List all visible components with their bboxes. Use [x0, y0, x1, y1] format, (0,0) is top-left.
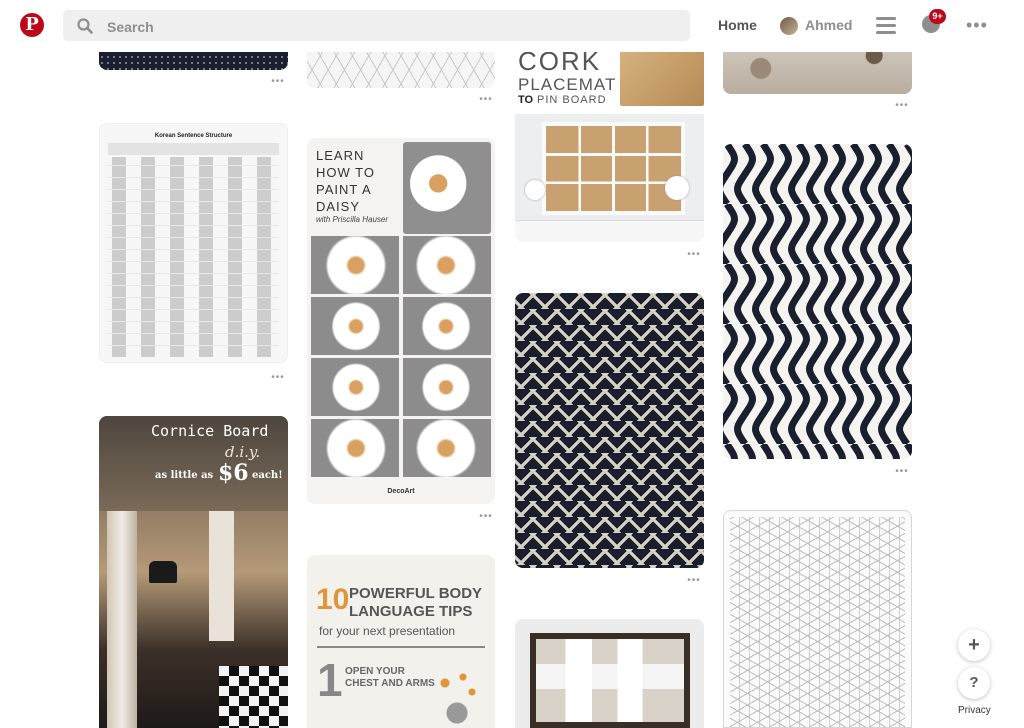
pin-body-line3: for your next presentation	[319, 624, 456, 638]
privacy-link[interactable]: Privacy	[958, 705, 991, 716]
pin-cornice-board[interactable]: Cornice Board d.i.y. as little as $6 eac…	[99, 416, 288, 728]
search-input[interactable]	[105, 15, 669, 38]
notification-badge: 9+	[929, 9, 946, 24]
pin-cork-line3a: TO	[518, 94, 534, 106]
window-blind	[209, 511, 234, 641]
pin-body-tip-num: 1	[317, 654, 343, 706]
pin-chevron-pattern[interactable]	[515, 293, 704, 568]
cork-sheets	[620, 50, 704, 106]
more-options-icon[interactable]: •••	[966, 16, 988, 34]
pin-body-tip-line1: OPEN YOUR	[345, 666, 405, 677]
divider	[317, 646, 485, 648]
cork-board-frame	[542, 122, 685, 215]
pin-cornice-line3c: each!	[252, 470, 283, 481]
search-bar[interactable]	[63, 10, 690, 41]
pin-cork-line3b: PIN BOARD	[537, 94, 607, 106]
pin-korean-title: Korean Sentence Structure	[154, 133, 233, 139]
pin-body-line2: LANGUAGE TIPS	[349, 603, 473, 620]
wavy-stripes-pattern	[723, 144, 912, 459]
lamp-right	[665, 176, 689, 200]
pin-more-icon[interactable]: •••	[686, 576, 702, 586]
pin-daisy-line2: HOW TO	[316, 165, 375, 180]
pin-more-icon[interactable]: •••	[478, 512, 494, 522]
pin-more-icon[interactable]: •••	[686, 250, 702, 260]
pin-cornice-line1: Cornice Board	[151, 422, 269, 440]
pin-cornice-line2: d.i.y.	[225, 443, 261, 461]
pin-daisy-brand: DecoArt	[387, 488, 415, 495]
top-nav-bar: P Home Ahmed 9+ •••	[0, 0, 1024, 52]
add-pin-button[interactable]: +	[958, 629, 990, 661]
daisy-step-grid	[311, 236, 491, 480]
pin-cornice-line3a: as little as	[155, 470, 214, 481]
pin-more-icon[interactable]: •••	[894, 101, 910, 111]
profile-name: Ahmed	[805, 17, 853, 33]
lamp-left	[525, 180, 545, 200]
chart-header-row	[108, 143, 279, 155]
pin-more-icon[interactable]: •••	[894, 467, 910, 477]
butterfly-illustration	[427, 665, 487, 725]
memo-board	[530, 633, 690, 728]
pin-more-icon[interactable]: •••	[270, 373, 286, 383]
home-link[interactable]: Home	[718, 17, 757, 33]
pin-more-icon[interactable]: •••	[478, 95, 494, 105]
dresser	[515, 220, 704, 242]
curtain	[107, 511, 137, 728]
pin-wavy-stripes[interactable]	[723, 144, 912, 459]
pin-daisy-line1: LEARN	[316, 148, 365, 163]
checkered-pillow	[219, 666, 288, 728]
pin-cornice-price: $6	[218, 460, 249, 486]
pinterest-logo-icon[interactable]: P	[20, 13, 44, 37]
chart-body	[108, 157, 279, 357]
pin-paint-daisy[interactable]: LEARN HOW TO PAINT A DAISY with Priscill…	[307, 138, 495, 504]
pin-body-tip-line2: CHEST AND ARMS	[345, 678, 435, 689]
pin-cork-line2: PLACEMAT	[518, 75, 617, 94]
search-icon	[77, 18, 93, 34]
pin-daisy-line3: PAINT A	[316, 182, 372, 197]
pin-daisy-line4: DAISY	[316, 199, 361, 214]
avatar	[780, 17, 798, 35]
pin-body-num: 10	[316, 583, 350, 616]
pin-more-icon[interactable]: •••	[270, 77, 286, 87]
pin-body-language[interactable]: 10 POWERFUL BODY LANGUAGE TIPS for your …	[307, 555, 495, 728]
help-button[interactable]: ?	[958, 667, 990, 699]
pin-daisy-subtitle: with Priscilla Hauser	[316, 215, 389, 224]
pin-cork-placemat[interactable]: CORK PLACEMAT TO PIN BOARD	[515, 30, 704, 242]
wall-lamp	[149, 561, 177, 583]
pin-korean-chart[interactable]: Korean Sentence Structure	[99, 123, 288, 363]
daisy-photo	[403, 142, 491, 234]
pin-body-line1: POWERFUL BODY	[349, 585, 483, 602]
pin-office-board[interactable]	[515, 619, 704, 728]
menu-icon[interactable]	[876, 17, 896, 35]
line-pattern	[730, 517, 905, 727]
pin-geometric-lines[interactable]	[723, 510, 912, 728]
